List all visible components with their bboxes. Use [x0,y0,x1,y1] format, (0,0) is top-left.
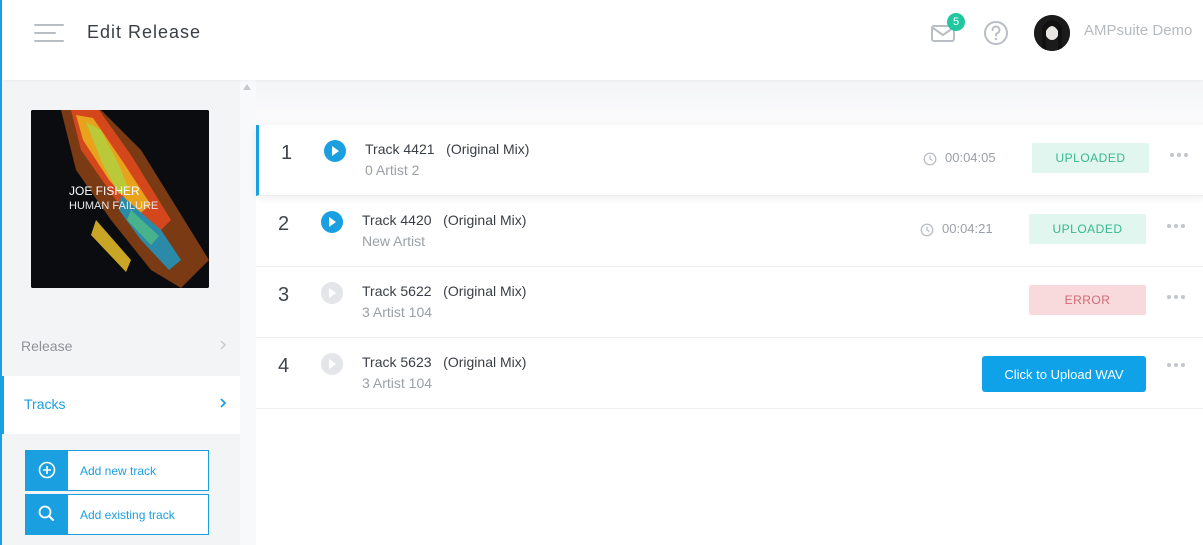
notification-badge: 5 [947,13,965,31]
user-name[interactable]: AMPsuite Demo [1084,22,1192,39]
avatar[interactable] [1034,15,1070,51]
cover-artist-text: JOE FISHER [69,184,140,198]
search-icon [26,495,68,534]
track-artist: 3 Artist 104 [362,304,433,320]
add-new-track-button[interactable]: Add new track [25,450,209,491]
track-artist: 0 Artist 2 [365,162,420,178]
sidebar-item-label: Tracks [24,396,66,412]
track-artist: 3 Artist 104 [362,375,433,391]
add-new-track-label: Add new track [80,464,157,478]
more-icon[interactable] [1170,150,1190,160]
play-icon[interactable] [324,140,346,162]
status-badge: ERROR [1029,285,1146,315]
play-icon[interactable] [321,353,343,375]
more-icon[interactable] [1167,360,1187,370]
sidebar-item-label: Release [21,338,73,354]
menu-icon[interactable] [34,24,64,44]
status-badge: UPLOADED [1029,214,1146,244]
more-icon[interactable] [1167,292,1187,302]
track-title: Track 4420 (Original Mix) [362,212,527,228]
tracks-panel-header [256,80,1203,125]
release-cover-art: JOE FISHER HUMAN FAILURE [31,110,209,288]
clock-icon [920,223,934,237]
tracks-panel: 1 Track 4421 (Original Mix) 0 Artist 2 0… [256,80,1203,545]
duration-text: 00:04:21 [942,221,993,236]
play-icon[interactable] [321,282,343,304]
scroll-up-arrow-icon[interactable] [243,84,251,90]
clock-icon [923,152,937,166]
track-row[interactable]: 1 Track 4421 (Original Mix) 0 Artist 2 0… [256,125,1203,196]
app-window: Edit Release 5 AMPsuite Demo JOE FISHER … [0,0,1203,545]
track-number: 2 [278,213,290,235]
add-existing-track-button[interactable]: Add existing track [25,494,209,535]
sidebar-item-release[interactable]: Release [2,318,240,376]
status-badge: UPLOADED [1032,143,1149,173]
play-icon[interactable] [321,211,343,233]
track-title: Track 5622 (Original Mix) [362,283,527,299]
sidebar: JOE FISHER HUMAN FAILURE Release Tracks … [0,80,240,545]
cover-title-text: HUMAN FAILURE [69,200,158,212]
track-number: 3 [278,284,290,306]
track-number: 1 [281,142,293,164]
track-title: Track 4421 (Original Mix) [365,141,530,157]
track-row[interactable]: 3 Track 5622 (Original Mix) 3 Artist 104… [256,267,1203,338]
top-header: Edit Release 5 AMPsuite Demo [2,0,1203,80]
add-existing-track-label: Add existing track [80,508,175,522]
more-icon[interactable] [1167,221,1187,231]
chevron-right-icon [220,398,227,408]
track-artist: New Artist [362,233,426,249]
track-title: Track 5623 (Original Mix) [362,354,527,370]
upload-wav-button[interactable]: Click to Upload WAV [982,356,1146,392]
track-row[interactable]: 2 Track 4420 (Original Mix) New Artist 0… [256,196,1203,267]
plus-circle-icon [26,451,68,490]
duration-text: 00:04:05 [945,150,996,165]
help-icon[interactable] [983,20,1009,46]
sidebar-scrollbar[interactable] [240,80,256,545]
sidebar-item-tracks[interactable]: Tracks [0,376,240,434]
track-number: 4 [278,355,290,377]
track-row[interactable]: 4 Track 5623 (Original Mix) 3 Artist 104… [256,338,1203,409]
chevron-right-icon [220,340,227,350]
page-title: Edit Release [87,22,202,42]
